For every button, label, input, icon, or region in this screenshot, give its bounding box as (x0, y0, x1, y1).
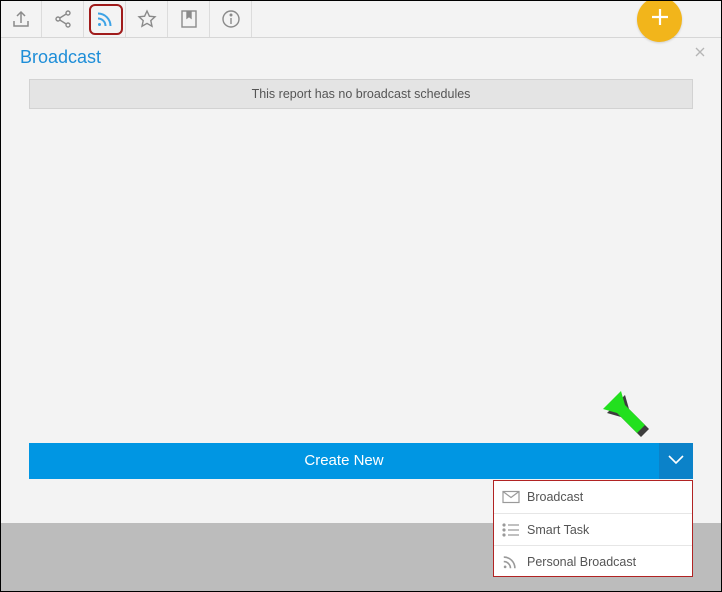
menu-item-broadcast[interactable]: Broadcast (494, 481, 692, 513)
pointer-arrow-annotation (601, 389, 663, 451)
empty-state-message: This report has no broadcast schedules (29, 79, 693, 109)
upload-icon (11, 9, 31, 29)
close-icon[interactable] (693, 45, 707, 59)
toolbar (1, 1, 721, 42)
create-new-dropdown-toggle[interactable] (659, 443, 693, 479)
envelope-icon (502, 490, 520, 504)
chevron-down-icon (667, 452, 685, 470)
app-window: Broadcast This report has no broadcast s… (1, 1, 721, 591)
broadcast-button[interactable] (85, 1, 126, 37)
share-button[interactable] (43, 1, 84, 37)
list-icon (502, 522, 520, 537)
menu-item-label: Smart Task (527, 522, 590, 537)
create-new-bar: Create New (29, 443, 693, 479)
menu-item-label: Personal Broadcast (527, 554, 637, 569)
rss-icon (502, 555, 520, 569)
info-icon (221, 9, 241, 29)
favourite-button[interactable] (127, 1, 168, 37)
active-highlight (89, 4, 123, 35)
menu-item-personal-broadcast[interactable]: Personal Broadcast (494, 545, 692, 577)
share-icon (53, 9, 73, 29)
plus-icon (650, 7, 670, 32)
info-button[interactable] (211, 1, 252, 37)
panel-title: Broadcast (20, 47, 102, 67)
create-new-button[interactable]: Create New (29, 443, 659, 479)
star-icon (137, 9, 157, 29)
menu-item-smart-task[interactable]: Smart Task (494, 513, 692, 545)
export-button[interactable] (1, 1, 42, 37)
create-new-menu: Broadcast Smart Task Personal Broadcast (493, 480, 693, 577)
add-button[interactable] (637, 1, 682, 42)
bookmark-icon (179, 9, 199, 29)
bookmark-button[interactable] (169, 1, 210, 37)
menu-item-label: Broadcast (527, 490, 584, 504)
